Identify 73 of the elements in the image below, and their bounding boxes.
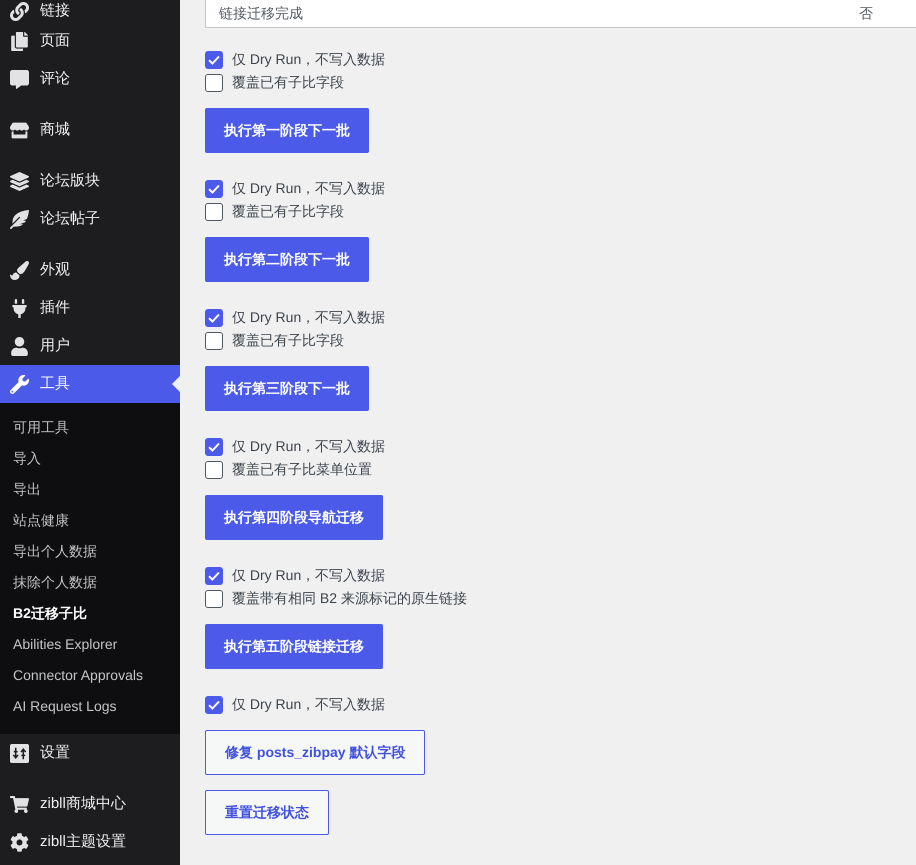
- checkbox[interactable]: [205, 566, 223, 584]
- menu-item[interactable]: 用户: [0, 327, 180, 365]
- menu-item[interactable]: 页面: [0, 22, 180, 60]
- action-button[interactable]: 执行第三阶段下一批: [205, 366, 369, 411]
- submenu-item[interactable]: 导出: [0, 474, 180, 505]
- menu-item[interactable]: zibll商城中心: [0, 785, 180, 823]
- action-button[interactable]: 重置迁移状态: [205, 790, 329, 835]
- menu-item[interactable]: 链接: [0, 0, 180, 22]
- checkbox[interactable]: [205, 180, 223, 198]
- user-icon: [10, 336, 29, 356]
- checkbox[interactable]: [205, 50, 223, 68]
- checkbox[interactable]: [205, 202, 223, 220]
- speech-bubble-icon: [10, 70, 29, 88]
- paintbrush-icon: [10, 260, 29, 280]
- submenu-item[interactable]: 可用工具: [0, 412, 180, 443]
- menu-item[interactable]: 设置: [0, 734, 180, 772]
- option-label: 仅 Dry Run，不写入数据: [232, 566, 386, 585]
- checkbox[interactable]: [205, 590, 223, 608]
- option-label: 覆盖已有子比菜单位置: [232, 460, 372, 479]
- storefront-icon: [10, 120, 29, 140]
- option-label: 覆盖已有子比字段: [232, 331, 344, 350]
- checkmark-icon: [208, 570, 220, 580]
- checkmark-icon: [208, 54, 220, 64]
- action-button[interactable]: 执行第四阶段导航迁移: [205, 495, 383, 540]
- checkbox[interactable]: [205, 438, 223, 456]
- status-value: 否: [859, 4, 873, 23]
- checkbox[interactable]: [205, 460, 223, 478]
- submenu-item[interactable]: 站点健康: [0, 505, 180, 536]
- status-label: 链接迁移完成: [219, 4, 303, 23]
- checkmark-icon: [208, 312, 220, 322]
- option-label: 仅 Dry Run，不写入数据: [232, 437, 386, 456]
- action-button[interactable]: 修复 posts_zibpay 默认字段: [205, 730, 426, 775]
- menu-item[interactable]: 外观: [0, 251, 180, 289]
- up-down-arrows-icon: [10, 744, 29, 762]
- cart-icon: [10, 794, 29, 814]
- option-label: 覆盖已有子比字段: [232, 73, 344, 92]
- checkbox[interactable]: [205, 696, 223, 714]
- submenu-item[interactable]: Abilities Explorer: [0, 629, 180, 660]
- menu-item[interactable]: 论坛帖子: [0, 200, 180, 238]
- option-label: 仅 Dry Run，不写入数据: [232, 695, 386, 714]
- menu-item[interactable]: 论坛版块: [0, 162, 180, 200]
- menu-item[interactable]: zibll主题设置: [0, 823, 180, 861]
- submenu-item[interactable]: 导出个人数据: [0, 536, 180, 567]
- menu-item[interactable]: 评论: [0, 60, 180, 98]
- checkbox[interactable]: [205, 74, 223, 92]
- submenu-item[interactable]: Connector Approvals: [0, 660, 180, 691]
- option-label: 覆盖带有相同 B2 来源标记的原生链接: [232, 589, 467, 608]
- submenu-item[interactable]: AI Request Logs: [0, 691, 180, 722]
- option-label: 仅 Dry Run，不写入数据: [232, 308, 386, 327]
- submenu-item[interactable]: B2迁移子比: [0, 598, 180, 629]
- settings-icon: [10, 832, 29, 852]
- option-label: 覆盖已有子比字段: [232, 202, 344, 221]
- action-button[interactable]: 执行第二阶段下一批: [205, 237, 369, 282]
- checkbox[interactable]: [205, 308, 223, 326]
- option-label: 仅 Dry Run，不写入数据: [232, 50, 386, 69]
- checkbox[interactable]: [205, 332, 223, 350]
- wrench-icon: [10, 374, 29, 394]
- layers-icon: [10, 172, 29, 190]
- checkmark-icon: [208, 442, 220, 452]
- menu-item[interactable]: 插件: [0, 289, 180, 327]
- submenu-item[interactable]: 导入: [0, 443, 180, 474]
- pages-icon: [10, 32, 29, 50]
- checkmark-icon: [208, 700, 220, 710]
- action-button[interactable]: 执行第五阶段链接迁移: [205, 624, 383, 669]
- submenu-item[interactable]: 抹除个人数据: [0, 567, 180, 598]
- checkmark-icon: [208, 184, 220, 194]
- menu-item[interactable]: 工具: [0, 365, 180, 403]
- menu-item[interactable]: 商城: [0, 111, 180, 149]
- link-icon: [10, 2, 29, 20]
- feather-icon: [10, 210, 29, 228]
- plug-icon: [10, 298, 29, 318]
- action-button[interactable]: 执行第一阶段下一批: [205, 108, 369, 153]
- option-label: 仅 Dry Run，不写入数据: [232, 179, 386, 198]
